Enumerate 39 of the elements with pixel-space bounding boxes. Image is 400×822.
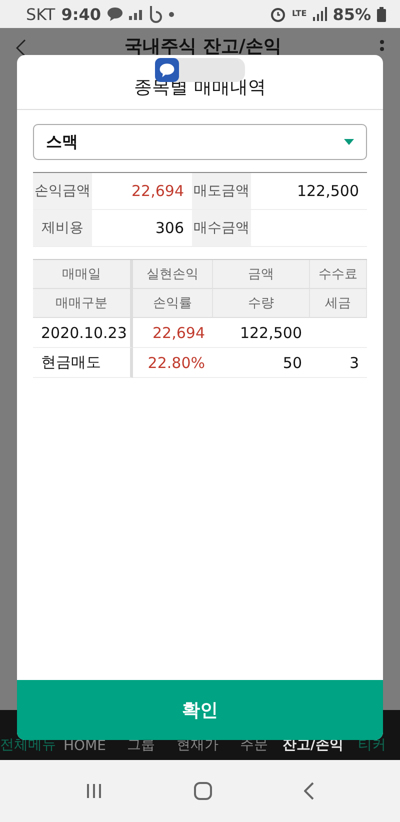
chat-bubble-icon[interactable]	[155, 58, 179, 82]
back-icon[interactable]	[16, 39, 26, 57]
dropdown-icon	[344, 139, 354, 145]
summary-value: 122,500	[251, 173, 367, 210]
column-header: 수량	[213, 289, 310, 318]
home-icon[interactable]	[194, 782, 212, 800]
table-cell: 50	[213, 348, 310, 378]
table-cell: 2020.10.23	[33, 318, 133, 348]
signal-icon	[312, 7, 327, 21]
dot-icon	[168, 12, 174, 16]
chat-icon	[106, 7, 123, 21]
clock: 9:40	[61, 4, 101, 24]
column-header: 세금	[310, 289, 367, 318]
alarm-icon	[270, 6, 286, 22]
table-cell: 현금매도	[33, 348, 133, 378]
screen-title: 국내주식 잔고/손익	[124, 35, 282, 58]
summary-label: 매수금액	[192, 210, 251, 247]
network-type: LTE	[292, 10, 307, 18]
table-cell: 22,694	[133, 318, 213, 348]
column-header: 매매일	[33, 260, 133, 289]
column-header: 매매구분	[33, 289, 133, 318]
column-header: 손익률	[133, 289, 213, 318]
recent-apps-icon[interactable]	[86, 783, 102, 799]
carrier: SKT	[26, 4, 56, 24]
table-cell: 22.80%	[133, 348, 213, 378]
summary-label: 제비용	[33, 210, 92, 247]
table-cell: 122,500	[213, 318, 310, 348]
confirm-button[interactable]: 확인	[17, 680, 383, 740]
stock-select[interactable]: 스맥	[33, 124, 367, 160]
column-header: 금액	[213, 260, 310, 289]
battery-icon	[377, 6, 386, 22]
summary-label: 손익금액	[33, 173, 92, 210]
summary-label: 매도금액	[192, 173, 251, 210]
column-header: 실현손익	[133, 260, 213, 289]
column-header: 수수료	[310, 260, 367, 289]
chart-icon	[128, 8, 143, 20]
battery-level: 85%	[332, 4, 371, 24]
table-cell: 3	[310, 348, 367, 378]
tab[interactable]: HOME	[56, 738, 113, 754]
